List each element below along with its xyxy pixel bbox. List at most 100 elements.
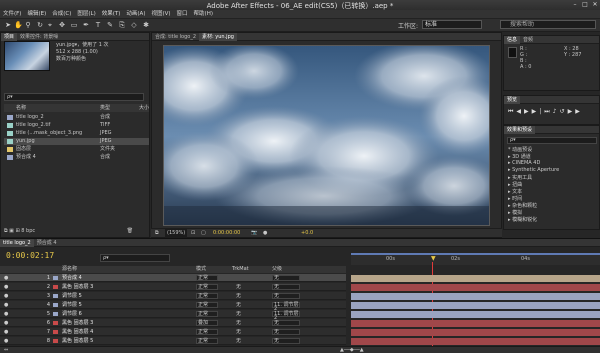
mask-visibility-icon[interactable]: ▢ [201, 229, 206, 238]
effects-category[interactable]: ▸ 扭曲 [508, 181, 522, 188]
layer-parent-select[interactable]: 11. 调节层 2 [272, 302, 300, 312]
layer-duration-bar[interactable] [351, 311, 600, 318]
safe-zones-icon[interactable]: ⊡ [191, 229, 195, 238]
layer-name[interactable]: 调节层 5 [62, 292, 82, 300]
layer-parent-select[interactable]: 11. 调节层 2 [272, 311, 300, 321]
layer-name[interactable]: 黑色 固态层 3 [62, 283, 93, 291]
maximize-icon[interactable]: □ [580, 1, 590, 8]
layer-row[interactable]: ● 2 黑色 固态层 3 正常 无 无 [0, 283, 346, 291]
effects-category[interactable]: * 动画预设 [508, 146, 532, 153]
show-channel-icon[interactable]: ● [263, 229, 267, 238]
zoom-select[interactable]: (159%) [165, 229, 188, 238]
zoom-tool-icon[interactable]: ⚲ [24, 21, 32, 29]
selection-tool-icon[interactable]: ➤ [4, 21, 12, 29]
hand-tool-icon[interactable]: ✋ [14, 21, 23, 29]
layer-mode-select[interactable]: 正常 [196, 284, 218, 290]
prev-frame-icon[interactable]: ◀ [516, 108, 524, 115]
project-item[interactable]: 预合成 4 合成 [4, 154, 149, 161]
viewer-time[interactable]: 0:00:00:00 [213, 229, 240, 238]
clone-tool-icon[interactable]: ⎘ [118, 21, 126, 29]
ram-preview-icon[interactable]: ▶▶ [568, 108, 583, 115]
menu-view[interactable]: 视图(V) [148, 10, 173, 19]
project-item[interactable]: title (...mask_object_3.png JPEG [4, 130, 149, 137]
layer-parent-select[interactable]: 无 [272, 329, 300, 335]
tab-footage[interactable]: 素材: yun.jpg [199, 33, 237, 41]
project-search-input[interactable]: ρ▾ [4, 93, 144, 101]
layer-parent-select[interactable]: 无 [272, 338, 300, 344]
exposure-value[interactable]: +0.0 [301, 229, 313, 238]
tab-audio[interactable]: 音频 [520, 36, 536, 44]
tab-project[interactable]: 项目 [1, 33, 18, 41]
bpc-label[interactable]: 8 bpc [21, 228, 35, 234]
footage-viewer[interactable] [163, 45, 490, 226]
col-size[interactable]: 大小 [139, 104, 149, 112]
next-frame-icon[interactable]: ▶| [532, 108, 545, 115]
layer-row[interactable]: ● 8 黑色 固态层 5 正常 无 无 [0, 337, 346, 345]
tab-info[interactable]: 信息 [504, 36, 521, 44]
type-tool-icon[interactable]: T [94, 21, 102, 29]
menu-effect[interactable]: 效果(T) [99, 10, 124, 19]
zoom-slider-icon[interactable]: ▲──◆──▲ [340, 347, 364, 353]
layer-row[interactable]: ● 1 预合成 4 正常 无 [0, 274, 346, 282]
layer-parent-select[interactable]: 无 [272, 320, 300, 326]
layer-name[interactable]: 黑色 固态层 3 [62, 319, 93, 327]
eye-icon[interactable]: ● [4, 285, 8, 290]
layer-mode-select[interactable]: 叠加 [196, 320, 218, 326]
layer-duration-bar[interactable] [351, 293, 600, 300]
snapshot-icon[interactable]: 📷 [251, 229, 257, 238]
col-mode[interactable]: 模式 [196, 266, 206, 273]
project-item[interactable]: title logo_2 合成 [4, 114, 149, 121]
menu-window[interactable]: 窗口 [174, 10, 191, 19]
last-frame-icon[interactable]: ⏭ [544, 108, 552, 115]
work-area-bar[interactable] [351, 253, 600, 255]
menu-help[interactable]: 帮助(H) [191, 10, 216, 19]
layer-name[interactable]: 黑色 固态层 5 [62, 337, 93, 345]
layer-trkmat[interactable]: 无 [236, 337, 241, 345]
layer-row[interactable]: ● 5 调节层 6 正常 无 11. 调节层 2 [0, 310, 346, 321]
layer-row[interactable]: ● 3 调节层 5 正常 无 无 [0, 292, 346, 300]
effects-category[interactable]: ▸ CINEMA 4D [508, 160, 540, 166]
layer-duration-bar[interactable] [351, 302, 600, 309]
layer-mode-select[interactable]: 正常 [196, 293, 218, 299]
project-item[interactable]: 固态层 文件夹 [4, 146, 149, 153]
layer-duration-bar[interactable] [351, 329, 600, 336]
col-source-name[interactable]: 源名称 [62, 266, 77, 273]
layer-duration-bar[interactable] [351, 338, 600, 345]
minimize-icon[interactable]: – [570, 1, 580, 8]
eye-icon[interactable]: ● [4, 321, 8, 326]
time-ruler[interactable]: 00s 02s 04s ▼ [351, 253, 600, 265]
layer-row[interactable]: ● 6 黑色 固态层 3 叠加 无 无 [0, 319, 346, 327]
layer-label-color[interactable] [53, 276, 58, 280]
layer-row[interactable]: ● 7 黑色 固态层 4 正常 无 无 [0, 328, 346, 336]
layer-trkmat[interactable]: 无 [236, 301, 241, 309]
play-icon[interactable]: ▶ [524, 108, 532, 115]
layer-label-color[interactable] [53, 285, 58, 289]
layer-parent-select[interactable]: 无 [272, 284, 300, 290]
layer-label-color[interactable] [53, 294, 58, 298]
delete-icon[interactable]: 🗑 [127, 228, 133, 234]
layer-mode-select[interactable]: 正常 [196, 275, 218, 281]
timeline-search-input[interactable]: ρ▾ [100, 254, 170, 262]
current-time-display[interactable]: 0:00:02:17 [6, 251, 54, 260]
tab-effect-controls[interactable]: 效果控件: 背景噪 [17, 33, 61, 41]
menu-animation[interactable]: 动画(A) [123, 10, 148, 19]
layer-name[interactable]: 预合成 4 [62, 274, 82, 282]
layer-duration-bar[interactable] [351, 275, 600, 282]
layer-mode-select[interactable]: 正常 [196, 338, 218, 344]
camera-tool-icon[interactable]: ⌖ [46, 21, 54, 29]
layer-mode-select[interactable]: 正常 [196, 311, 218, 317]
layer-trkmat[interactable]: 无 [236, 319, 241, 327]
layer-mode-select[interactable]: 正常 [196, 329, 218, 335]
eye-icon[interactable]: ● [4, 312, 8, 317]
eye-icon[interactable]: ● [4, 330, 8, 335]
tab-composition[interactable]: 合成: title logo_2 [152, 33, 199, 41]
layer-name[interactable]: 黑色 固态层 4 [62, 328, 93, 336]
layer-duration-bar[interactable] [351, 320, 600, 327]
layer-name[interactable]: 调节层 6 [62, 310, 82, 318]
tab-preview[interactable]: 预览 [504, 96, 521, 104]
layer-label-color[interactable] [53, 339, 58, 343]
layer-parent-select[interactable]: 无 [272, 293, 300, 299]
menu-edit[interactable]: 编辑(E) [24, 10, 49, 19]
project-item[interactable]: title logo_2.tif TIFF [4, 122, 149, 129]
rectangle-tool-icon[interactable]: ▭ [70, 21, 78, 29]
